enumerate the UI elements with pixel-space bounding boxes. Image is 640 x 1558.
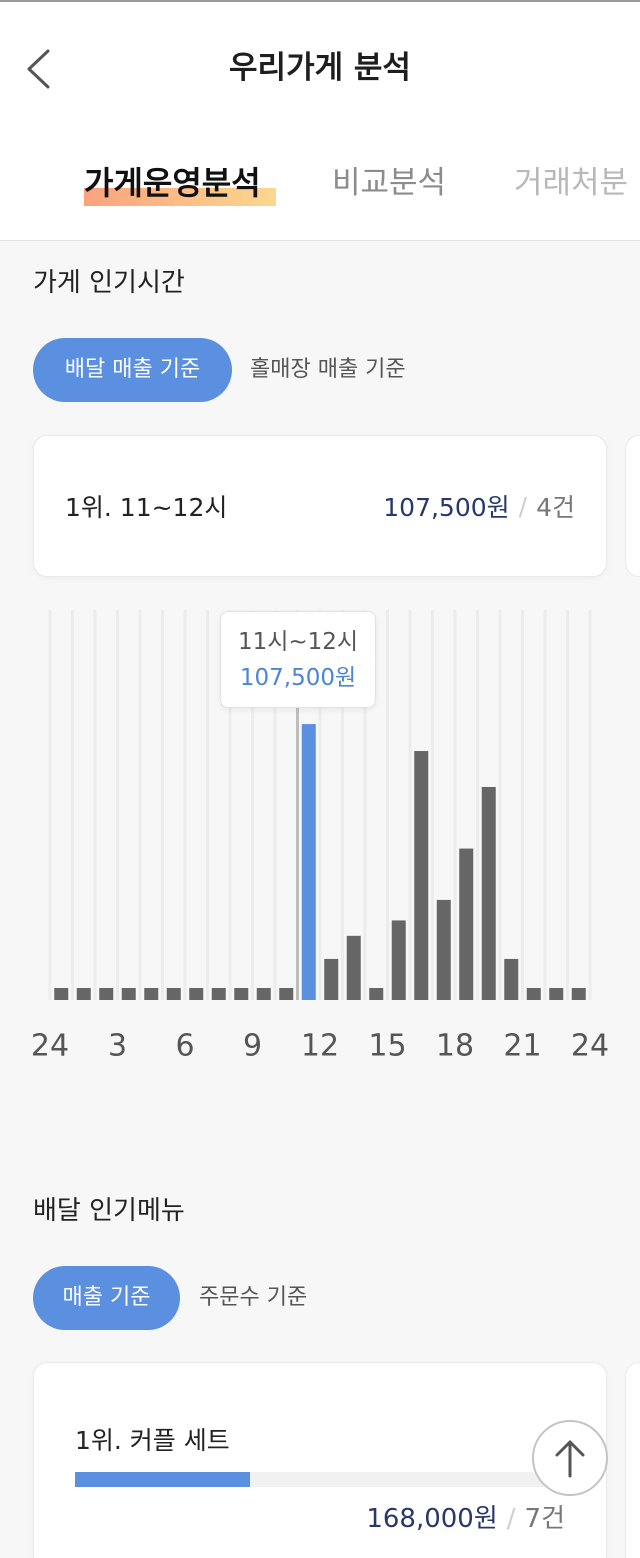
bar-hour-13[interactable] — [346, 935, 361, 1000]
top-menu-values: 168,000원 / 7건 — [366, 1498, 565, 1540]
bar-hour-7[interactable] — [211, 988, 226, 1000]
tab-store-operation-analysis[interactable]: 가게운영분석 — [84, 158, 261, 208]
section-title-popular-time: 가게 인기시간 — [33, 268, 185, 298]
chart-tooltip: 11시~12시 107,500원 — [220, 611, 376, 708]
bar-hour-4[interactable] — [144, 988, 159, 1000]
bar-hour-0[interactable] — [54, 988, 69, 1000]
x-tick-label: 9 — [243, 1029, 262, 1064]
top-menu-amount: 168,000원 — [366, 1504, 498, 1534]
tooltip-time: 11시~12시 — [237, 629, 359, 655]
menu-share-bar-fill — [75, 1472, 250, 1487]
bar-hour-3[interactable] — [121, 988, 136, 1000]
bar-hour-1[interactable] — [76, 988, 91, 1000]
filter-delivery-sales[interactable]: 배달 매출 기준 — [33, 338, 232, 402]
next-time-card-peek[interactable] — [625, 435, 640, 577]
x-tick-label: 18 — [436, 1029, 474, 1064]
x-tick-label: 24 — [31, 1029, 69, 1064]
bar-hour-11[interactable] — [301, 724, 316, 1000]
bar-hour-2[interactable] — [99, 988, 114, 1000]
bar-hour-9[interactable] — [256, 988, 271, 1000]
x-tick-label: 3 — [108, 1029, 127, 1064]
bar-hour-5[interactable] — [166, 988, 181, 1000]
bar-hour-16[interactable] — [414, 751, 429, 1000]
x-tick-label: 6 — [175, 1029, 194, 1064]
section-title-popular-menu: 배달 인기메뉴 — [33, 1196, 185, 1226]
page-title: 우리가게 분석 — [229, 50, 411, 86]
bar-hour-15[interactable] — [391, 920, 406, 1000]
app-header: 우리가게 분석 가게운영분석 비교분석 거래처분 — [0, 0, 640, 241]
tab-partner-analysis[interactable]: 거래처분 — [514, 158, 640, 208]
bar-hour-17[interactable] — [436, 899, 451, 1000]
top-menu-count: 7건 — [524, 1504, 565, 1534]
top-time-amount: 107,500원 — [383, 493, 510, 522]
x-tick-label: 21 — [503, 1029, 541, 1064]
tab-comparison-analysis[interactable]: 비교분석 — [332, 158, 446, 208]
x-tick-label: 24 — [571, 1029, 609, 1064]
bar-hour-19[interactable] — [481, 786, 496, 1000]
chevron-left-icon — [24, 47, 54, 91]
tooltip-value: 107,500원 — [239, 665, 357, 691]
top-time-card[interactable]: 1위. 11~12시 107,500원 / 4건 — [33, 435, 607, 577]
x-tick-label: 15 — [368, 1029, 406, 1064]
bar-hour-6[interactable] — [189, 988, 204, 1000]
top-menu-card[interactable]: 1위. 커플 세트 168,000원 / 7건 — [33, 1362, 607, 1558]
bar-hour-10[interactable] — [279, 988, 294, 1000]
value-separator: / — [506, 1504, 516, 1534]
bar-hour-22[interactable] — [549, 988, 564, 1000]
top-time-values: 107,500원 / 4건 — [383, 488, 575, 524]
arrow-up-icon — [550, 1436, 590, 1480]
top-time-count: 4건 — [536, 493, 575, 522]
filter-order-count[interactable]: 주문수 기준 — [199, 1266, 379, 1330]
bar-hour-18[interactable] — [459, 848, 474, 1000]
x-tick-label: 12 — [301, 1029, 339, 1064]
bar-hour-23[interactable] — [571, 988, 586, 1000]
bar-hour-8[interactable] — [234, 988, 249, 1000]
filter-hall-sales[interactable]: 홀매장 매출 기준 — [250, 338, 470, 402]
bar-hour-20[interactable] — [504, 958, 519, 1000]
filter-sales[interactable]: 매출 기준 — [33, 1266, 180, 1330]
scroll-top-button[interactable] — [532, 1420, 608, 1496]
menu-share-bar — [75, 1472, 575, 1487]
bar-hour-21[interactable] — [526, 988, 541, 1000]
value-separator: / — [518, 491, 528, 521]
next-menu-card-peek[interactable] — [625, 1362, 640, 1558]
top-menu-rank-label: 1위. 커플 세트 — [75, 1426, 230, 1455]
bar-hour-12[interactable] — [324, 958, 339, 1000]
back-button[interactable] — [20, 44, 58, 94]
top-time-rank-label: 1위. 11~12시 — [65, 493, 228, 522]
bar-hour-14[interactable] — [369, 988, 384, 1000]
